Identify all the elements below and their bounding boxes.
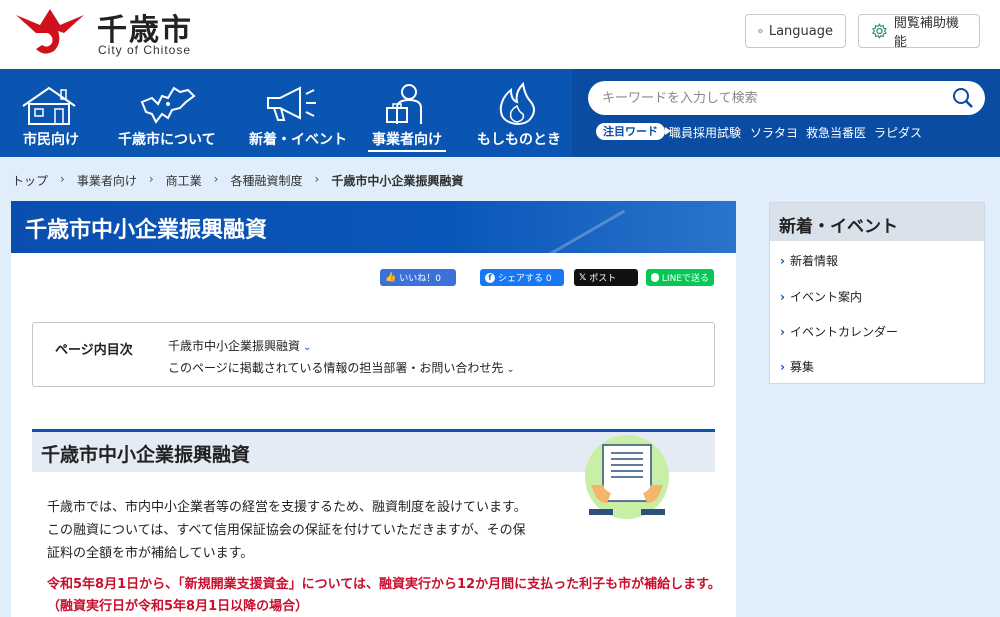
globe-icon [758,28,763,34]
keyword-link[interactable]: 職員採用試験 [669,124,741,141]
page-title-banner: 千歳市中小企業振興融資 [11,201,736,253]
body-paragraph-line: この融資については、すべて信用保証協会の保証を付けていただきますが、その保 [47,523,526,538]
facebook-share-button[interactable]: f シェアする 0 [480,269,564,286]
chevron-right-icon: › [780,360,785,374]
main-content: 千歳市中小企業振興融資 👍 いいね！0 f シェアする 0 𝕏 ポスト LINEで送る… [11,201,736,617]
active-nav-underline [368,150,446,152]
breadcrumb: トップ › 事業者向け › 商工業 › 各種融資制度 › 千歳市中小企業振興融資 [12,172,463,189]
breadcrumb-link[interactable]: 各種融資制度 [230,172,302,189]
body-paragraph-line: 証料の全額を市が補給しています。 [47,546,254,561]
search-input[interactable] [602,88,942,108]
breadcrumb-link[interactable]: トップ [12,172,48,189]
megaphone-icon [267,86,316,121]
breadcrumb-separator: › [60,172,65,186]
keyword-link[interactable]: ラピダス [874,124,922,141]
featured-keywords-badge: 注目ワード [596,123,671,140]
sidebar-item[interactable]: › 新着情報 [780,252,838,269]
toc-link-text: このページに掲載されている情報の担当部署・お問い合わせ先 [168,361,504,375]
chevron-down-icon: ⌄ [303,342,312,353]
line-logo-icon [651,273,659,282]
sidebar-item[interactable]: › イベント案内 [780,288,862,305]
facebook-like-button[interactable]: 👍 いいね！0 [380,269,456,286]
toc-link[interactable]: 千歳市中小企業振興融資 ⌄ [168,337,311,354]
nav-label: 市民向け [23,132,79,148]
sidebar-item-label: 新着情報 [789,254,838,268]
keyword-link[interactable]: ソラタヨ [750,124,798,141]
accessibility-button[interactable]: 閲覧補助機能 [858,14,980,50]
nav-label: もしものとき [477,132,561,148]
document-illustration-icon [585,435,669,519]
sidebar-item-label: 募集 [789,360,814,374]
sidebar-title: 新着・イベント [779,217,898,237]
hokkaido-map-icon [140,86,196,124]
nav-label: 新着・イベント [249,132,347,148]
city-emblem-icon[interactable] [14,7,86,57]
page-title: 千歳市中小企業振興融資 [25,218,268,243]
share-label: シェアする 0 [498,274,552,284]
search-icon[interactable] [951,86,975,110]
facebook-icon: f [485,272,495,283]
notice-text: （融資実行日が令和5年8月1日以降の場合） [47,599,309,614]
section-title: 千歳市中小企業振興融資 [41,444,251,466]
like-label: いいね！0 [399,274,441,284]
toc-link[interactable]: このページに掲載されている情報の担当部署・お問い合わせ先 ⌄ [168,359,515,376]
site-logo-subtitle: City of Chitose [98,43,192,57]
breadcrumb-separator: › [148,172,154,186]
line-send-button[interactable]: LINEで送る [646,269,714,286]
nav-item-business[interactable]: 事業者向け [368,69,446,157]
sidebar-item-label: イベントカレンダー [789,325,898,339]
sidebar-news-events: 新着・イベント › 新着情報 › イベント案内 › イベントカレンダー › 募集 [769,202,985,384]
language-button[interactable]: Language [745,14,846,48]
chevron-right-icon: › [780,290,785,304]
breadcrumb-separator: › [213,172,219,186]
global-nav: 市民向け 千歳市について 新着・イベント 事業者向け もしものとき 注目ワード … [0,69,1000,157]
nav-label: 事業者向け [372,132,442,148]
gear-icon [871,23,887,39]
sidebar-item-label: イベント案内 [789,290,862,304]
nav-label: 千歳市について [118,132,216,148]
body-paragraph-line: 千歳市では、市内中小企業者等の経営を支援するため、融資制度を設けています。 [47,500,527,515]
site-header: 千歳市 City of Chitose Language 閲覧補助機能 [0,0,1000,69]
chevron-down-icon: ⌄ [506,364,515,375]
breadcrumb-link[interactable]: 商工業 [166,172,202,189]
fire-icon [499,82,535,126]
keyword-link[interactable]: 救急当番医 [806,124,866,141]
breadcrumb-separator: › [314,172,320,186]
search-panel: 注目ワード 職員採用試験 ソラタヨ 救急当番医 ラピダス [572,69,1000,157]
thumbs-up-icon: 👍 [385,272,397,283]
banner-decoration [519,209,626,253]
breadcrumb-link[interactable]: 事業者向け [77,172,137,189]
breadcrumb-current: 千歳市中小企業振興融資 [331,174,464,188]
toc-label: ページ内目次 [55,343,133,358]
nav-item-emergency[interactable]: もしものとき [475,69,561,157]
x-post-button[interactable]: 𝕏 ポスト [574,269,638,286]
language-label: Language [768,23,833,39]
sidebar-item[interactable]: › イベントカレンダー [780,323,898,340]
businessperson-icon [386,84,422,124]
accessibility-label: 閲覧補助機能 [893,16,959,50]
line-label: LINEで送る [661,274,709,284]
notice-text: 令和5年8月1日から、「新規開業支援資金」については、融資実行から12か月間に支… [47,577,721,592]
table-of-contents: ページ内目次 千歳市中小企業振興融資 ⌄ このページに掲載されている情報の担当部署… [32,322,715,387]
nav-item-about-city[interactable]: 千歳市について [118,69,222,157]
sidebar-heading: 新着・イベント [770,203,984,241]
post-label: ポスト [589,274,617,284]
toc-link-text: 千歳市中小企業振興融資 [168,339,301,353]
chevron-right-icon: › [780,254,785,268]
chevron-right-icon: › [780,325,785,339]
nav-item-news-events[interactable]: 新着・イベント [247,69,347,157]
search-box [588,81,985,115]
sidebar-item[interactable]: › 募集 [780,358,814,375]
house-icon [22,86,76,125]
nav-item-residents[interactable]: 市民向け [13,69,85,157]
x-logo-icon: 𝕏 [579,272,587,283]
